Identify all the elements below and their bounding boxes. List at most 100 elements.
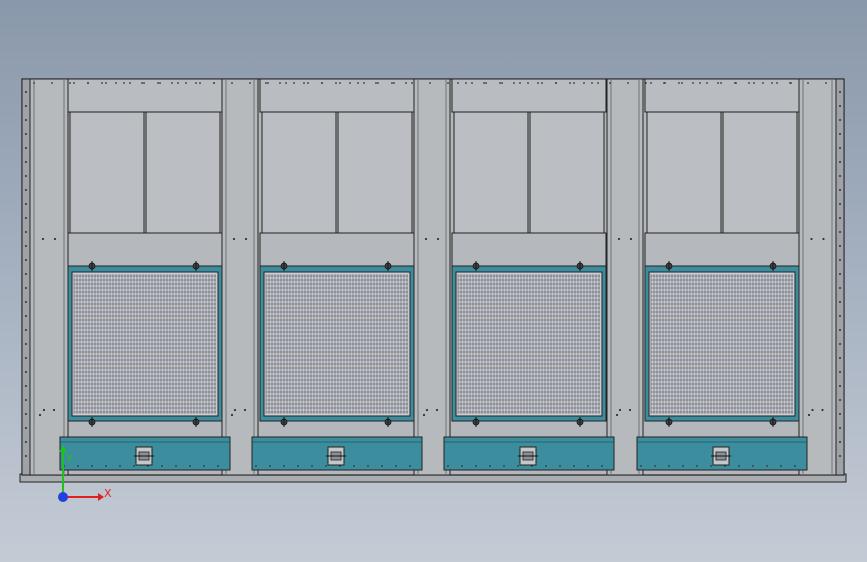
- y-axis-label: Y: [65, 452, 73, 465]
- rivet: [601, 465, 603, 467]
- rivet: [839, 259, 841, 261]
- rivet: [25, 413, 27, 415]
- rivet: [25, 427, 27, 429]
- rivet: [53, 237, 57, 241]
- rivet: [25, 343, 27, 345]
- rivet: [321, 82, 323, 84]
- rivet: [393, 82, 395, 84]
- rivet: [25, 175, 27, 177]
- rivet: [780, 465, 782, 467]
- rivet: [583, 82, 585, 84]
- rivet: [587, 465, 589, 467]
- rivet: [461, 465, 463, 467]
- z-axis-dot: [58, 492, 68, 502]
- rivet: [513, 82, 515, 84]
- rivet: [25, 399, 27, 401]
- rivet: [710, 465, 712, 467]
- rivet: [699, 82, 701, 84]
- rivet: [303, 82, 305, 84]
- rivet: [517, 465, 519, 467]
- rivet: [25, 133, 27, 135]
- rivet: [363, 82, 365, 84]
- rivet: [25, 161, 27, 163]
- rivet: [285, 82, 287, 84]
- rivet: [839, 231, 841, 233]
- rivet: [678, 82, 680, 84]
- rivet: [422, 413, 426, 417]
- rivet: [503, 465, 505, 467]
- rivet: [629, 237, 633, 241]
- rivet: [307, 82, 309, 84]
- rivet: [839, 455, 841, 457]
- rivet: [391, 82, 393, 84]
- module-mid-band: [644, 232, 800, 267]
- rivet: [232, 237, 236, 241]
- rivet: [203, 465, 205, 467]
- rivet: [255, 465, 257, 467]
- rivet: [25, 315, 27, 317]
- rivet: [839, 217, 841, 219]
- rivet: [25, 301, 27, 303]
- rivet: [839, 427, 841, 429]
- rivet: [249, 82, 251, 84]
- rivet: [555, 82, 557, 84]
- rivet: [839, 203, 841, 205]
- rivet: [839, 371, 841, 373]
- upper-access-panel-left: [646, 111, 722, 234]
- rivet: [325, 465, 327, 467]
- rivet: [105, 465, 107, 467]
- module-mid-band: [67, 232, 223, 267]
- rivet: [839, 287, 841, 289]
- rivet: [25, 91, 27, 93]
- rivet: [119, 465, 121, 467]
- cad-viewport[interactable]: X Y: [0, 0, 867, 562]
- rivet: [25, 385, 27, 387]
- rivet: [825, 82, 827, 84]
- rivet: [425, 408, 429, 412]
- rivet: [839, 105, 841, 107]
- rivet: [33, 82, 35, 84]
- rivet: [489, 465, 491, 467]
- rivet: [185, 82, 187, 84]
- rivet: [381, 465, 383, 467]
- rivet: [839, 161, 841, 163]
- rivet: [293, 82, 295, 84]
- frame-post: [29, 78, 69, 476]
- upper-access-panel-left: [453, 111, 529, 234]
- rivet: [839, 399, 841, 401]
- upper-access-panel-right: [337, 111, 413, 234]
- rivet: [597, 82, 599, 84]
- rivet: [25, 371, 27, 373]
- hvac-unit-front-view: [19, 78, 847, 483]
- rivet: [115, 82, 117, 84]
- rivet: [123, 82, 125, 84]
- rivet: [627, 82, 629, 84]
- rivet: [311, 465, 313, 467]
- rivet: [645, 82, 647, 84]
- upper-access-panel-left: [69, 111, 145, 234]
- rivet: [465, 82, 467, 84]
- rivet: [436, 237, 440, 241]
- rivet: [213, 82, 215, 84]
- module-top-band: [67, 78, 223, 113]
- rivet: [105, 82, 107, 84]
- rivet: [771, 82, 773, 84]
- module-top-band: [644, 78, 800, 113]
- upper-access-panel-left: [261, 111, 337, 234]
- upper-access-panel-right: [529, 111, 605, 234]
- frame-post: [221, 78, 259, 476]
- frame-post: [606, 78, 644, 476]
- rivet: [283, 465, 285, 467]
- rivet: [175, 465, 177, 467]
- rivet: [159, 82, 161, 84]
- rivet: [766, 465, 768, 467]
- rivet: [42, 408, 46, 412]
- rivet: [839, 301, 841, 303]
- rivet: [377, 82, 379, 84]
- rivet: [839, 329, 841, 331]
- rivet: [475, 465, 477, 467]
- rivet: [663, 82, 665, 84]
- rivet: [681, 82, 683, 84]
- rivet: [77, 465, 79, 467]
- rivet: [25, 147, 27, 149]
